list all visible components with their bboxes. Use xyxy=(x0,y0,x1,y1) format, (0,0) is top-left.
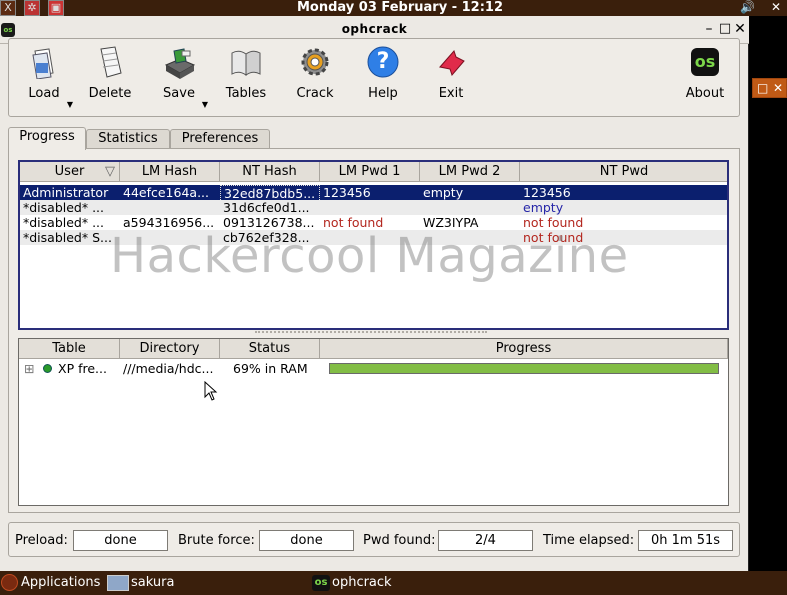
save-label: Save xyxy=(163,86,195,101)
workspace-label[interactable]: sakura xyxy=(131,575,174,591)
column-header-nt-pwd[interactable]: NT Pwd xyxy=(520,162,727,182)
table-row[interactable]: Administrator 44efce164a... 32ed87bdb5..… xyxy=(20,185,727,202)
tab-preferences[interactable]: Preferences xyxy=(170,129,270,149)
table-row[interactable]: *disabled* ... 31d6cfe0d1... empty xyxy=(20,200,727,215)
background-window-controls: □ ✕ xyxy=(752,78,787,98)
help-icon-glyph: ? xyxy=(376,49,390,74)
load-button[interactable]: Load ▼ xyxy=(13,45,75,111)
column-header-directory[interactable]: Directory xyxy=(120,339,220,359)
progress-fill xyxy=(330,364,718,373)
pwd-found-label: Pwd found: xyxy=(363,533,436,548)
maximize-button[interactable]: □ xyxy=(718,22,732,36)
help-button[interactable]: ? Help xyxy=(352,45,414,111)
crack-label: Crack xyxy=(296,86,334,101)
exit-button[interactable]: Exit xyxy=(420,45,482,111)
column-header-progress[interactable]: Progress xyxy=(320,339,728,359)
column-header-lm-pwd-2[interactable]: LM Pwd 2 xyxy=(420,162,520,182)
table-row[interactable]: ⊞ XP fre... ///media/hdc... 69% in RAM xyxy=(19,361,728,376)
applications-menu-icon[interactable] xyxy=(1,574,18,591)
table-progress-bar xyxy=(329,363,719,374)
taskbar-item-ophcrack[interactable]: ophcrack xyxy=(332,575,392,591)
column-header-lm-hash[interactable]: LM Hash xyxy=(120,162,220,182)
pane-splitter-handle[interactable] xyxy=(255,331,487,335)
chevron-down-icon[interactable]: ▼ xyxy=(202,100,208,109)
about-icon-glyph: os xyxy=(694,52,716,71)
window-title: ophcrack xyxy=(341,22,408,36)
rainbow-tables-list[interactable]: Table Directory Status Progress ⊞ XP fre… xyxy=(18,338,729,506)
toolbar: Load ▼ Delete Save ▼ Tables Crack ? Help xyxy=(8,38,740,117)
book-icon xyxy=(229,45,263,79)
close-button[interactable]: ✕ xyxy=(733,22,747,36)
table-row[interactable]: *disabled* S... cb762ef328... not found xyxy=(20,230,727,245)
ophcrack-os-icon: os xyxy=(688,45,722,79)
tables-button[interactable]: Tables xyxy=(215,45,277,111)
pwd-found-value: 2/4 xyxy=(438,530,533,551)
about-button[interactable]: os About xyxy=(674,45,736,111)
clock[interactable]: Monday 03 February - 12:12 xyxy=(0,0,787,15)
volume-icon[interactable]: 🔊 xyxy=(740,0,755,14)
column-header-lm-pwd-1[interactable]: LM Pwd 1 xyxy=(320,162,420,182)
table-row[interactable]: *disabled* ... a594316956... 0913126738.… xyxy=(20,215,727,230)
expand-icon[interactable]: ⊞ xyxy=(21,361,39,376)
tab-statistics[interactable]: Statistics xyxy=(86,129,170,149)
exit-arrow-icon xyxy=(434,45,468,79)
tab-progress[interactable]: Progress xyxy=(8,127,86,150)
applications-menu[interactable]: Applications xyxy=(21,575,100,591)
delete-label: Delete xyxy=(88,86,132,101)
column-header-user[interactable]: User ▽ xyxy=(20,162,120,182)
help-label: Help xyxy=(368,86,398,101)
top-panel: X ✲ ▣ Monday 03 February - 12:12 🔊 ✕ xyxy=(0,0,787,16)
load-label: Load xyxy=(28,86,60,101)
maximize-icon[interactable]: □ xyxy=(757,79,768,97)
brute-force-label: Brute force: xyxy=(178,533,255,548)
column-header-nt-hash[interactable]: NT Hash xyxy=(220,162,320,182)
hash-table[interactable]: User ▽ LM Hash NT Hash LM Pwd 1 LM Pwd 2… xyxy=(18,160,729,330)
time-elapsed-value: 0h 1m 51s xyxy=(638,530,733,551)
sort-indicator-icon: ▽ xyxy=(105,164,115,179)
taskbar: Applications sakura os ophcrack xyxy=(0,571,787,595)
delete-icon xyxy=(93,45,127,79)
save-icon xyxy=(162,45,196,79)
column-header-status[interactable]: Status xyxy=(220,339,320,359)
column-header-table[interactable]: Table xyxy=(19,339,120,359)
delete-button[interactable]: Delete xyxy=(79,45,141,111)
time-elapsed-label: Time elapsed: xyxy=(543,533,635,548)
mouse-cursor-icon xyxy=(204,381,218,401)
status-dot-icon xyxy=(43,364,52,373)
close-icon[interactable]: ✕ xyxy=(773,79,783,97)
chevron-down-icon[interactable]: ▼ xyxy=(67,100,73,109)
save-button[interactable]: Save ▼ xyxy=(148,45,210,111)
minimize-button[interactable]: – xyxy=(702,22,716,36)
preload-value: done xyxy=(73,530,168,551)
crack-button[interactable]: Crack xyxy=(284,45,346,111)
brute-force-value: done xyxy=(259,530,354,551)
preload-label: Preload: xyxy=(15,533,68,548)
load-icon xyxy=(27,45,61,80)
system-tray: 🔊 ✕ xyxy=(740,0,781,15)
gear-icon xyxy=(298,45,332,79)
tray-close-icon[interactable]: ✕ xyxy=(771,0,781,14)
status-bar: Preload: done Brute force: done Pwd foun… xyxy=(8,522,740,557)
ophcrack-task-icon: os xyxy=(312,575,330,591)
exit-label: Exit xyxy=(438,86,464,101)
workspace-icon[interactable] xyxy=(107,575,129,591)
about-label: About xyxy=(685,86,725,101)
tables-label: Tables xyxy=(225,86,267,101)
help-icon: ? xyxy=(366,45,400,79)
